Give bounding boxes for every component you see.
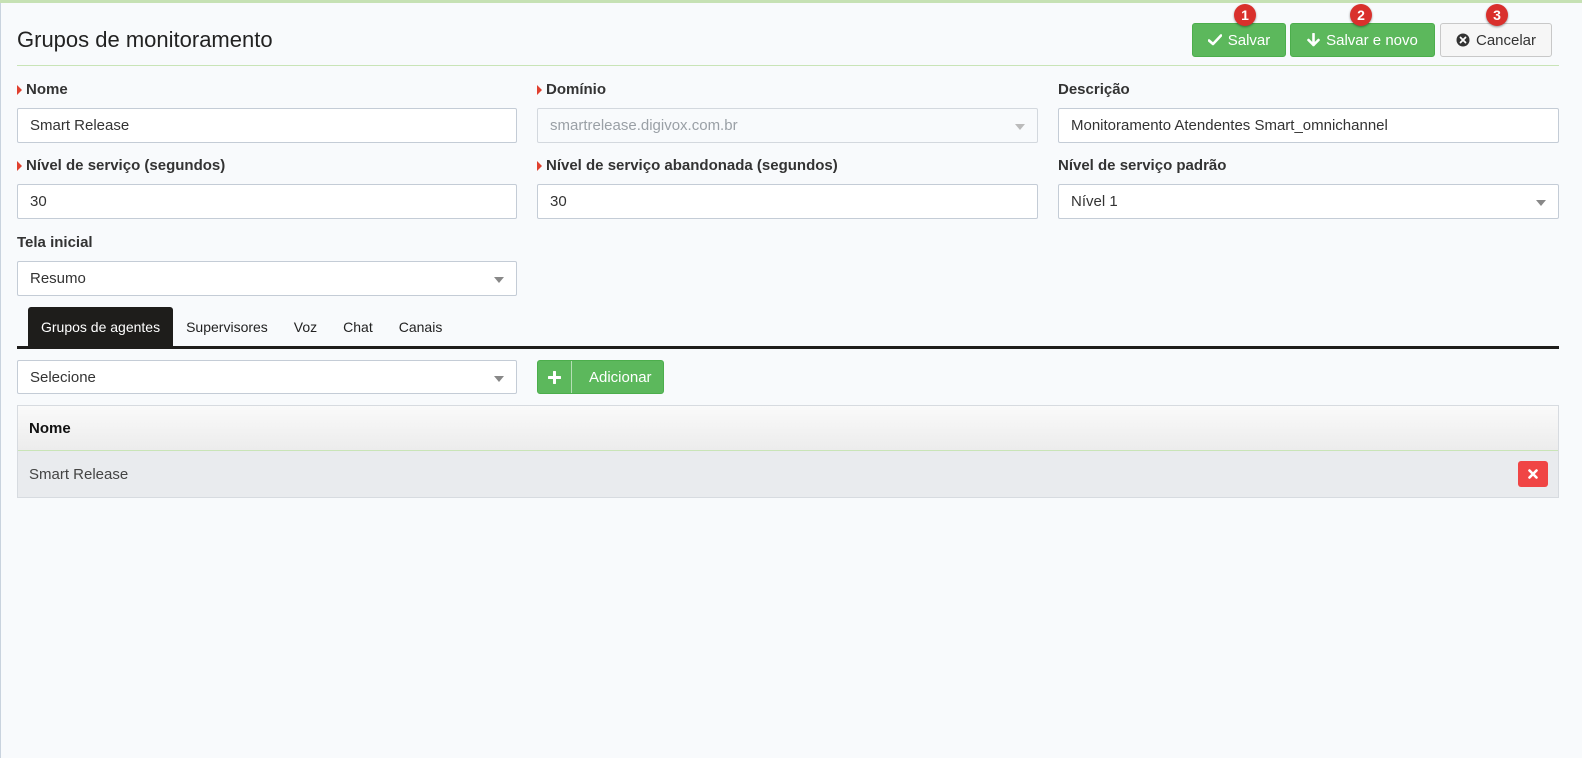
step-badge-2: 2 xyxy=(1350,4,1372,26)
tela-inicial-label: Tela inicial xyxy=(17,234,93,251)
tab-voz[interactable]: Voz xyxy=(281,307,330,347)
caret-down-icon xyxy=(1015,124,1025,130)
tela-inicial-select[interactable]: Resumo xyxy=(17,261,517,296)
close-icon xyxy=(1528,469,1538,479)
table-cell-nome: Smart Release xyxy=(29,465,129,483)
required-marker-icon xyxy=(17,84,22,95)
nivel-padrao-select[interactable]: Nível 1 xyxy=(1058,184,1559,219)
arrow-down-icon xyxy=(1307,33,1320,47)
header-divider xyxy=(17,65,1559,66)
nivel-padrao-label: Nível de serviço padrão xyxy=(1058,157,1227,174)
table-row: Smart Release xyxy=(18,451,1558,497)
add-button-label: Adicionar xyxy=(589,368,652,386)
descricao-label: Descrição xyxy=(1058,81,1130,98)
tab-grupos-de-agentes[interactable]: Grupos de agentes xyxy=(28,307,174,347)
descricao-input[interactable]: Monitoramento Atendentes Smart_omnichann… xyxy=(1058,108,1559,143)
required-marker-icon xyxy=(537,84,542,95)
tab-bar: Grupos de agentes Supervisores Voz Chat … xyxy=(17,307,455,347)
delete-row-button[interactable] xyxy=(1518,461,1548,487)
nivel-servico-label: Nível de serviço (segundos) xyxy=(17,157,225,174)
dominio-label: Domínio xyxy=(537,81,606,98)
agent-groups-table: Nome Smart Release xyxy=(17,405,1559,498)
left-edge-border xyxy=(0,3,1,758)
tab-chat[interactable]: Chat xyxy=(330,307,386,347)
nivel-abandonada-label: Nível de serviço abandonada (segundos) xyxy=(537,157,838,174)
step-badge-3: 3 xyxy=(1486,4,1508,26)
table-header-nome: Nome xyxy=(18,406,1558,451)
nome-label: Nome xyxy=(17,81,68,98)
check-icon xyxy=(1207,34,1222,46)
add-button[interactable]: Adicionar xyxy=(537,360,664,394)
save-button[interactable]: Salvar xyxy=(1192,23,1286,57)
top-accent-strip xyxy=(0,0,1582,3)
cancel-button-label: Cancelar xyxy=(1475,31,1537,49)
plus-icon xyxy=(538,361,572,393)
caret-down-icon xyxy=(1536,200,1546,206)
caret-down-icon xyxy=(494,376,504,382)
required-marker-icon xyxy=(537,160,542,171)
caret-down-icon xyxy=(494,277,504,283)
tab-supervisores[interactable]: Supervisores xyxy=(173,307,281,347)
page-title: Grupos de monitoramento xyxy=(17,27,273,52)
save-and-new-button[interactable]: Salvar e novo xyxy=(1290,23,1435,57)
tab-underline xyxy=(17,346,1559,349)
save-button-label: Salvar xyxy=(1227,31,1271,49)
nome-input[interactable]: Smart Release xyxy=(17,108,517,143)
agent-group-select[interactable]: Selecione xyxy=(17,360,517,394)
nivel-abandonada-input[interactable]: 30 xyxy=(537,184,1038,219)
tab-canais[interactable]: Canais xyxy=(386,307,456,347)
step-badge-1: 1 xyxy=(1234,4,1256,26)
cancel-button[interactable]: Cancelar xyxy=(1440,23,1552,57)
save-and-new-button-label: Salvar e novo xyxy=(1326,31,1418,49)
dominio-select: smartrelease.digivox.com.br xyxy=(537,108,1038,143)
close-circle-icon xyxy=(1456,33,1470,47)
required-marker-icon xyxy=(17,160,22,171)
nivel-servico-input[interactable]: 30 xyxy=(17,184,517,219)
